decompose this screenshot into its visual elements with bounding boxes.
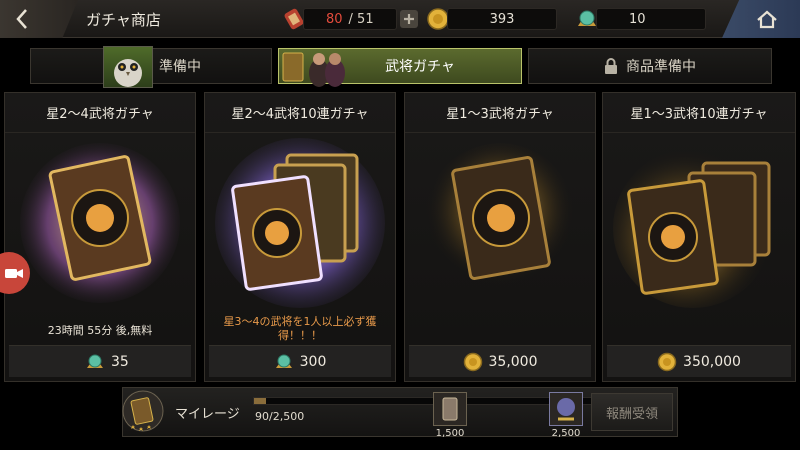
page-title: ガチャ商店 bbox=[86, 11, 161, 29]
video-camera-icon bbox=[5, 269, 23, 278]
mileage-label: マイレージ bbox=[175, 407, 240, 422]
mileage-progress-text: 90/2,500 bbox=[255, 410, 305, 423]
stamina-max: / 51 bbox=[348, 11, 374, 27]
gem-icon bbox=[87, 354, 103, 368]
gold-coin-icon bbox=[463, 352, 482, 371]
gem-counter: 10 bbox=[596, 8, 706, 30]
lock-icon bbox=[605, 58, 617, 74]
home-icon bbox=[757, 10, 777, 29]
card-title: 星2～4武将10連ガチャ bbox=[205, 93, 395, 133]
tab-product-preparing[interactable]: 商品準備中 bbox=[528, 48, 772, 84]
back-button[interactable] bbox=[0, 0, 78, 38]
card-art bbox=[405, 133, 595, 333]
home-button[interactable] bbox=[722, 0, 800, 38]
tab-product-preparing-label: 商品準備中 bbox=[626, 59, 696, 75]
guarantee-text: 星3～4の武将を1人以上必ず獲得！！！ bbox=[223, 315, 377, 342]
card-reward-icon bbox=[442, 397, 458, 421]
mileage-badge-icon bbox=[122, 390, 164, 432]
milestone-reward-2[interactable] bbox=[549, 392, 583, 426]
price-button[interactable]: 35 bbox=[9, 345, 191, 377]
general-thumbnail bbox=[279, 45, 349, 87]
price-value: 300 bbox=[299, 353, 327, 370]
gem-icon bbox=[275, 354, 292, 368]
price-value: 35 bbox=[111, 353, 129, 370]
gacha-card-icon bbox=[20, 143, 180, 303]
milestone-reward-1[interactable] bbox=[433, 392, 467, 426]
stamina-counter: 80 / 51 bbox=[303, 8, 397, 30]
gacha-card-stack-icon bbox=[215, 138, 385, 308]
tab-general-gacha[interactable]: 武将ガチャ bbox=[278, 45, 522, 87]
gacha-card[interactable]: 星1～3武将10連ガチャ 350,000 bbox=[602, 92, 796, 382]
plus-icon bbox=[404, 14, 414, 24]
gem-amount: 10 bbox=[629, 11, 646, 27]
price-button[interactable]: 350,000 bbox=[607, 345, 791, 377]
tab-general-gacha-label: 武将ガチャ bbox=[385, 59, 455, 75]
tab-bar: 準備中 武将ガチャ 商品準備中 bbox=[30, 45, 772, 88]
gold-coin-icon bbox=[657, 352, 677, 371]
generals-icon bbox=[282, 52, 345, 87]
owl-thumbnail bbox=[103, 46, 153, 88]
price-button[interactable]: 300 bbox=[209, 345, 391, 377]
crystal-reward-icon bbox=[557, 398, 575, 421]
card-art bbox=[5, 133, 195, 333]
gold-counter: 393 bbox=[447, 8, 557, 30]
card-title: 星2～4武将ガチャ bbox=[5, 93, 195, 133]
mileage-bar: マイレージ 90/2,500 1,500 2,500 報酬受領 bbox=[122, 387, 678, 439]
gacha-card[interactable]: 星1～3武将ガチャ 35,000 bbox=[404, 92, 596, 382]
card-title: 星1～3武将10連ガチャ bbox=[603, 93, 795, 133]
claim-reward-button[interactable]: 報酬受領 bbox=[591, 393, 673, 431]
gacha-card-stack-icon bbox=[613, 148, 773, 308]
add-stamina-button[interactable] bbox=[400, 10, 418, 28]
milestone-value: 2,500 bbox=[551, 428, 581, 439]
milestone-value: 1,500 bbox=[435, 428, 465, 439]
top-bar: ガチャ商店 80 / 51 393 10 bbox=[0, 0, 800, 38]
gacha-card-icon bbox=[425, 143, 575, 293]
price-value: 350,000 bbox=[683, 353, 741, 370]
price-button[interactable]: 35,000 bbox=[409, 345, 591, 377]
tab-preparing[interactable]: 準備中 bbox=[30, 46, 272, 88]
stamina-current: 80 bbox=[326, 11, 343, 27]
card-art bbox=[205, 133, 395, 333]
free-timer-text: 23時間 55分 後,無料 bbox=[47, 324, 153, 337]
tab-preparing-label: 準備中 bbox=[159, 59, 201, 75]
mileage-progress-fill bbox=[254, 398, 267, 404]
card-art bbox=[603, 133, 795, 333]
card-title: 星1～3武将ガチャ bbox=[405, 93, 595, 133]
owl-icon bbox=[114, 59, 142, 87]
chevron-left-icon bbox=[16, 9, 27, 29]
mileage-progress-track bbox=[253, 397, 593, 405]
gold-amount: 393 bbox=[489, 11, 515, 27]
gacha-card[interactable]: 星2～4武将10連ガチャ 星3～4の武将を1人以上必ず獲得！！！ 300 bbox=[204, 92, 396, 382]
price-value: 35,000 bbox=[488, 353, 538, 370]
gacha-card[interactable]: 星2～4武将ガチャ 23時間 55分 後,無料 35 bbox=[4, 92, 196, 382]
